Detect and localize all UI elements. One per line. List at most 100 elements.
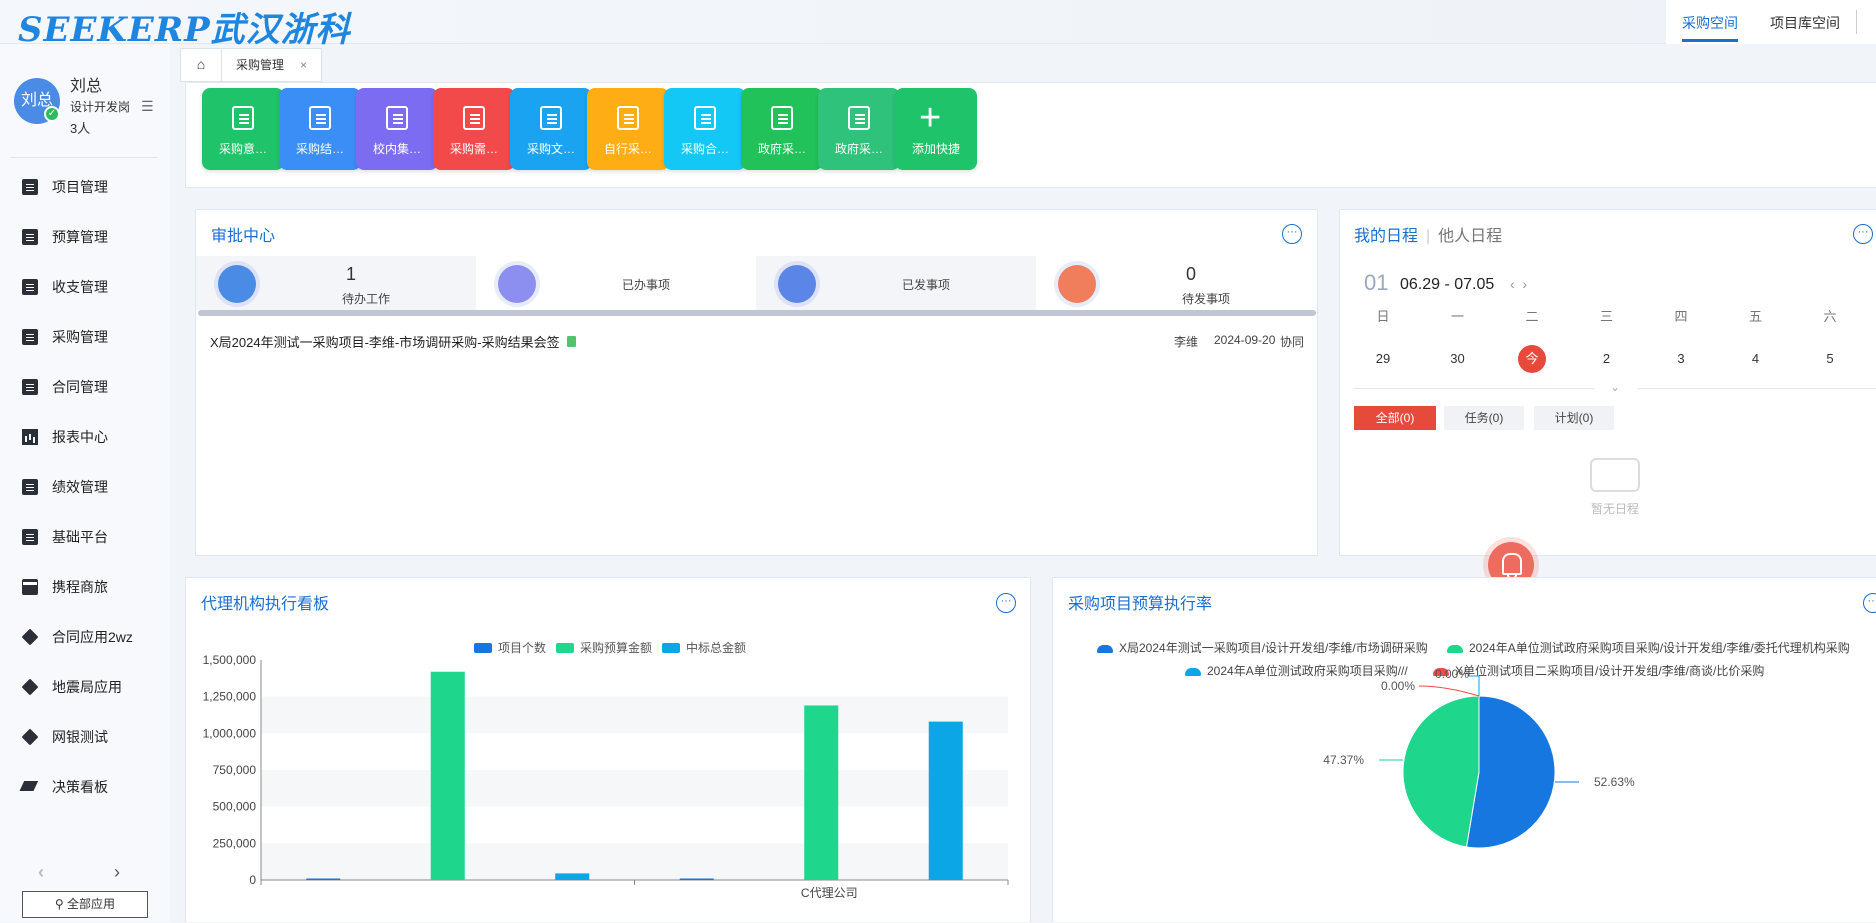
top-bar: SEEKERP武汉浙科 采购空间 项目库空间: [0, 0, 1876, 50]
quick-action-label: 采购结…: [295, 142, 344, 156]
grid-band: [261, 770, 1008, 807]
bar[interactable]: [555, 873, 590, 880]
sidebar-item[interactable]: 收支管理: [0, 262, 170, 312]
filter-plans-button[interactable]: 计划(0): [1534, 406, 1614, 430]
sidebar-item-label: 网银测试: [52, 729, 108, 745]
pie-slice[interactable]: [1402, 695, 1480, 848]
day-cell[interactable]: 29: [1368, 351, 1398, 366]
sidebar-item-label: 携程商旅: [52, 579, 108, 595]
bar[interactable]: [306, 878, 341, 881]
sidebar-item[interactable]: 决策看板: [0, 762, 170, 812]
bar[interactable]: [430, 671, 465, 880]
quick-action-label: 校内集…: [372, 142, 421, 156]
bar[interactable]: [804, 705, 839, 880]
quick-action-button[interactable]: 自行采…: [587, 88, 669, 170]
quick-action-button[interactable]: 政府采…: [741, 88, 823, 170]
stats-divider-bar: [198, 310, 1316, 316]
plus-icon: +: [919, 97, 942, 139]
document-icon: [22, 279, 38, 295]
more-options-icon[interactable]: ···: [1853, 224, 1873, 244]
sidebar-item[interactable]: 网银测试: [0, 712, 170, 762]
form-icon: [309, 106, 331, 130]
tab-divider: [1856, 10, 1876, 34]
tab-project-library-space[interactable]: 项目库空间: [1754, 0, 1856, 44]
todo-item[interactable]: X局2024年测试一采购项目-李维-市场调研采购-采购结果会签 李维 2024-…: [210, 332, 1320, 351]
quick-action-button[interactable]: 采购文…: [510, 88, 592, 170]
next-week-icon[interactable]: ›: [1522, 276, 1527, 292]
quick-action-button[interactable]: 采购结…: [279, 88, 361, 170]
stat-to-send-items[interactable]: 0 待发事项: [1036, 256, 1316, 310]
quick-action-button[interactable]: 采购需…: [433, 88, 515, 170]
filter-tasks-button[interactable]: 任务(0): [1444, 406, 1524, 430]
expand-calendar-icon[interactable]: ⌄: [1610, 380, 1620, 394]
tab-others-schedule[interactable]: 他人日程: [1438, 228, 1502, 245]
sidebar-item[interactable]: 预算管理: [0, 212, 170, 262]
stat-sent-items[interactable]: 已发事项: [756, 256, 1036, 310]
prev-page-icon[interactable]: ‹: [38, 862, 114, 882]
day-cell[interactable]: 2: [1592, 351, 1622, 366]
stat-pending-count: 1: [345, 264, 356, 284]
collapse-sidebar-icon[interactable]: ☰: [141, 98, 154, 115]
user-name: 刘总: [70, 78, 103, 95]
sidebar-item[interactable]: 项目管理: [0, 162, 170, 212]
sidebar-item[interactable]: 基础平台: [0, 512, 170, 562]
verified-check-icon: ✓: [44, 106, 60, 122]
approval-center-panel: 审批中心 ··· 1 待办工作 已办事项 已发事项 0 待发事项 X局2024年…: [195, 209, 1318, 556]
quick-action-label: 添加快捷: [911, 142, 960, 156]
pie-value-label: 47.37%: [1323, 753, 1364, 767]
empty-schedule: 暂无日程: [1590, 458, 1640, 517]
document-icon: [22, 229, 38, 245]
filter-all-button[interactable]: 全部(0): [1354, 406, 1436, 430]
quick-action-label: 政府采…: [757, 142, 806, 156]
y-tick-label: 1,500,000: [203, 653, 257, 667]
sidebar-item[interactable]: 地震局应用: [0, 662, 170, 712]
pie-slice[interactable]: [1465, 695, 1556, 849]
sidebar-item[interactable]: 采购管理: [0, 312, 170, 362]
tab-procurement-management[interactable]: 采购管理 ×: [222, 48, 322, 82]
sidebar-item[interactable]: 绩效管理: [0, 462, 170, 512]
cube-icon: [21, 628, 39, 646]
sidebar-divider: [10, 157, 158, 158]
sidebar-item[interactable]: 合同应用2wz: [0, 612, 170, 662]
stat-to-send-count: 0: [1185, 264, 1196, 284]
quick-action-button[interactable]: + 添加快捷: [895, 88, 977, 170]
day-cell[interactable]: 4: [1741, 351, 1771, 366]
quick-action-button[interactable]: 校内集…: [356, 88, 438, 170]
document-icon: [22, 179, 38, 195]
sidebar-item[interactable]: 合同管理: [0, 362, 170, 412]
approval-stats: 1 待办工作 已办事项 已发事项 0 待发事项: [196, 256, 1334, 310]
quick-action-button[interactable]: 采购意…: [202, 88, 284, 170]
sidebar-item[interactable]: 报表中心: [0, 412, 170, 462]
tab-my-schedule[interactable]: 我的日程: [1354, 228, 1418, 245]
weekday-label: 三: [1599, 309, 1613, 324]
more-options-icon[interactable]: ···: [1282, 224, 1302, 244]
form-icon: [540, 106, 562, 130]
home-icon[interactable]: ⌂: [180, 48, 222, 82]
pie-value-label: 0.00%: [1381, 679, 1415, 693]
prev-week-icon[interactable]: ‹: [1510, 276, 1515, 292]
all-apps-button[interactable]: ⚲ 全部应用: [22, 891, 148, 918]
stat-done-items[interactable]: 已办事项: [476, 256, 756, 310]
day-cell[interactable]: 3: [1666, 351, 1696, 366]
next-page-icon[interactable]: ›: [114, 862, 190, 882]
quick-action-label: 采购文…: [526, 142, 575, 156]
pie-value-label: 0.00%: [1435, 667, 1469, 681]
today-cell[interactable]: 今: [1518, 345, 1546, 373]
budget-execution-panel: 采购项目预算执行率 ··· X局2024年测试一采购项目/设计开发组/李维/市场…: [1052, 577, 1876, 922]
quick-action-button[interactable]: 采购合…: [664, 88, 746, 170]
weekday-label: 四: [1674, 309, 1688, 324]
sidebar-item[interactable]: 携程商旅: [0, 562, 170, 612]
close-tab-icon[interactable]: ×: [300, 49, 307, 81]
day-cell[interactable]: 30: [1443, 351, 1473, 366]
quick-action-button[interactable]: 政府采…: [818, 88, 900, 170]
stat-done-label: 已办事项: [622, 278, 671, 292]
form-icon: [771, 106, 793, 130]
stat-pending-work[interactable]: 1 待办工作: [196, 256, 476, 310]
document-icon: [22, 379, 38, 395]
sidebar-item-label: 合同应用2wz: [52, 629, 133, 645]
tab-procurement-space[interactable]: 采购空间: [1666, 0, 1754, 44]
bar[interactable]: [679, 878, 714, 881]
day-cell[interactable]: 5: [1815, 351, 1845, 366]
bar[interactable]: [928, 721, 963, 880]
space-tabs: 采购空间 项目库空间: [1666, 0, 1876, 44]
